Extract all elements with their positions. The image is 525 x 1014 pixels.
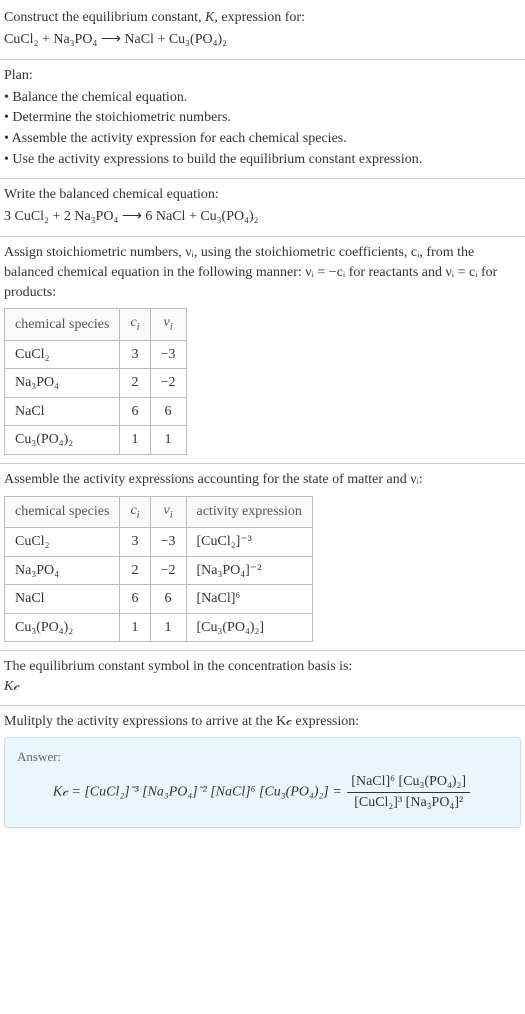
plan-list: • Balance the chemical equation. • Deter…: [4, 88, 521, 169]
kc-lhs: K𝒸 = [CuCl₂]⁻³ [Na₃PO₄]⁻² [NaCl]⁶ [Cu₃(P…: [53, 785, 345, 800]
cell-species: Na₃PO₄: [5, 556, 120, 585]
table-row: CuCl₂ 3 −3 [CuCl₂]⁻³: [5, 528, 313, 557]
cell-species: NaCl: [5, 585, 120, 614]
cell-species: Cu₃(PO₄)₂: [5, 426, 120, 455]
balanced-section: Write the balanced chemical equation: 3 …: [0, 179, 525, 236]
col-species: chemical species: [5, 309, 120, 340]
col-species: chemical species: [5, 496, 120, 527]
question-text: Construct the equilibrium constant, K, e…: [4, 8, 521, 28]
col-ci: ci: [120, 496, 150, 527]
activity-table: chemical species ci νi activity expressi…: [4, 496, 313, 643]
cell-vi: 6: [150, 397, 186, 426]
cell-vi: 1: [150, 426, 186, 455]
multiply-section: Mulitply the activity expressions to arr…: [0, 706, 525, 836]
cell-vi: −3: [150, 340, 186, 369]
answer-label: Answer:: [17, 748, 508, 766]
col-vi: νi: [150, 309, 186, 340]
stoich-table: chemical species ci νi CuCl₂ 3 −3 Na₃PO₄…: [4, 308, 187, 455]
cell-vi: −2: [150, 556, 186, 585]
symbol-section: The equilibrium constant symbol in the c…: [0, 651, 525, 704]
multiply-text: Mulitply the activity expressions to arr…: [4, 712, 521, 732]
cell-ci: 2: [120, 369, 150, 398]
cell-activity: [NaCl]⁶: [186, 585, 312, 614]
cell-ci: 6: [120, 585, 150, 614]
table-row: NaCl 6 6 [NaCl]⁶: [5, 585, 313, 614]
cell-species: NaCl: [5, 397, 120, 426]
cell-ci: 1: [120, 613, 150, 642]
cell-species: CuCl₂: [5, 528, 120, 557]
cell-ci: 3: [120, 340, 150, 369]
balanced-heading: Write the balanced chemical equation:: [4, 185, 521, 205]
cell-species: Na₃PO₄: [5, 369, 120, 398]
cell-vi: −3: [150, 528, 186, 557]
frac-numerator: [NaCl]⁶ [Cu₃(PO₄)₂]: [347, 772, 470, 793]
plan-section: Plan: • Balance the chemical equation. •…: [0, 60, 525, 178]
table-row: Cu₃(PO₄)₂ 1 1 [Cu₃(PO₄)₂]: [5, 613, 313, 642]
cell-vi: 6: [150, 585, 186, 614]
col-activity: activity expression: [186, 496, 312, 527]
unbalanced-reaction: CuCl₂ + Na₃PO₄ ⟶ NaCl + Cu₃(PO₄)₂: [4, 30, 521, 50]
table-row: CuCl₂ 3 −3: [5, 340, 187, 369]
activity-section: Assemble the activity expressions accoun…: [0, 464, 525, 650]
stoich-intro: Assign stoichiometric numbers, νᵢ, using…: [4, 243, 521, 302]
plan-heading: Plan:: [4, 66, 521, 86]
table-header-row: chemical species ci νi: [5, 309, 187, 340]
cell-ci: 1: [120, 426, 150, 455]
col-ci: ci: [120, 309, 150, 340]
plan-item: • Balance the chemical equation.: [4, 88, 521, 108]
col-vi: νi: [150, 496, 186, 527]
cell-vi: −2: [150, 369, 186, 398]
cell-species: CuCl₂: [5, 340, 120, 369]
cell-vi: 1: [150, 613, 186, 642]
cell-ci: 3: [120, 528, 150, 557]
balanced-reaction: 3 CuCl₂ + 2 Na₃PO₄ ⟶ 6 NaCl + Cu₃(PO₄)₂: [4, 207, 521, 227]
cell-activity: [Na₃PO₄]⁻²: [186, 556, 312, 585]
cell-activity: [CuCl₂]⁻³: [186, 528, 312, 557]
kc-expression: K𝒸 = [CuCl₂]⁻³ [Na₃PO₄]⁻² [NaCl]⁶ [Cu₃(P…: [17, 772, 508, 812]
plan-item: • Determine the stoichiometric numbers.: [4, 108, 521, 128]
answer-box: Answer: K𝒸 = [CuCl₂]⁻³ [Na₃PO₄]⁻² [NaCl]…: [4, 737, 521, 827]
table-row: Na₃PO₄ 2 −2: [5, 369, 187, 398]
question-section: Construct the equilibrium constant, K, e…: [0, 0, 525, 59]
stoich-section: Assign stoichiometric numbers, νᵢ, using…: [0, 237, 525, 463]
cell-activity: [Cu₃(PO₄)₂]: [186, 613, 312, 642]
cell-ci: 2: [120, 556, 150, 585]
cell-species: Cu₃(PO₄)₂: [5, 613, 120, 642]
frac-denominator: [CuCl₂]³ [Na₃PO₄]²: [347, 793, 470, 813]
table-row: NaCl 6 6: [5, 397, 187, 426]
table-row: Cu₃(PO₄)₂ 1 1: [5, 426, 187, 455]
kc-fraction: [NaCl]⁶ [Cu₃(PO₄)₂] [CuCl₂]³ [Na₃PO₄]²: [347, 772, 470, 812]
symbol-text: The equilibrium constant symbol in the c…: [4, 657, 521, 677]
table-header-row: chemical species ci νi activity expressi…: [5, 496, 313, 527]
plan-item: • Use the activity expressions to build …: [4, 150, 521, 170]
cell-ci: 6: [120, 397, 150, 426]
table-row: Na₃PO₄ 2 −2 [Na₃PO₄]⁻²: [5, 556, 313, 585]
plan-item: • Assemble the activity expression for e…: [4, 129, 521, 149]
activity-intro: Assemble the activity expressions accoun…: [4, 470, 521, 490]
kc-symbol: K𝒸: [4, 677, 521, 697]
